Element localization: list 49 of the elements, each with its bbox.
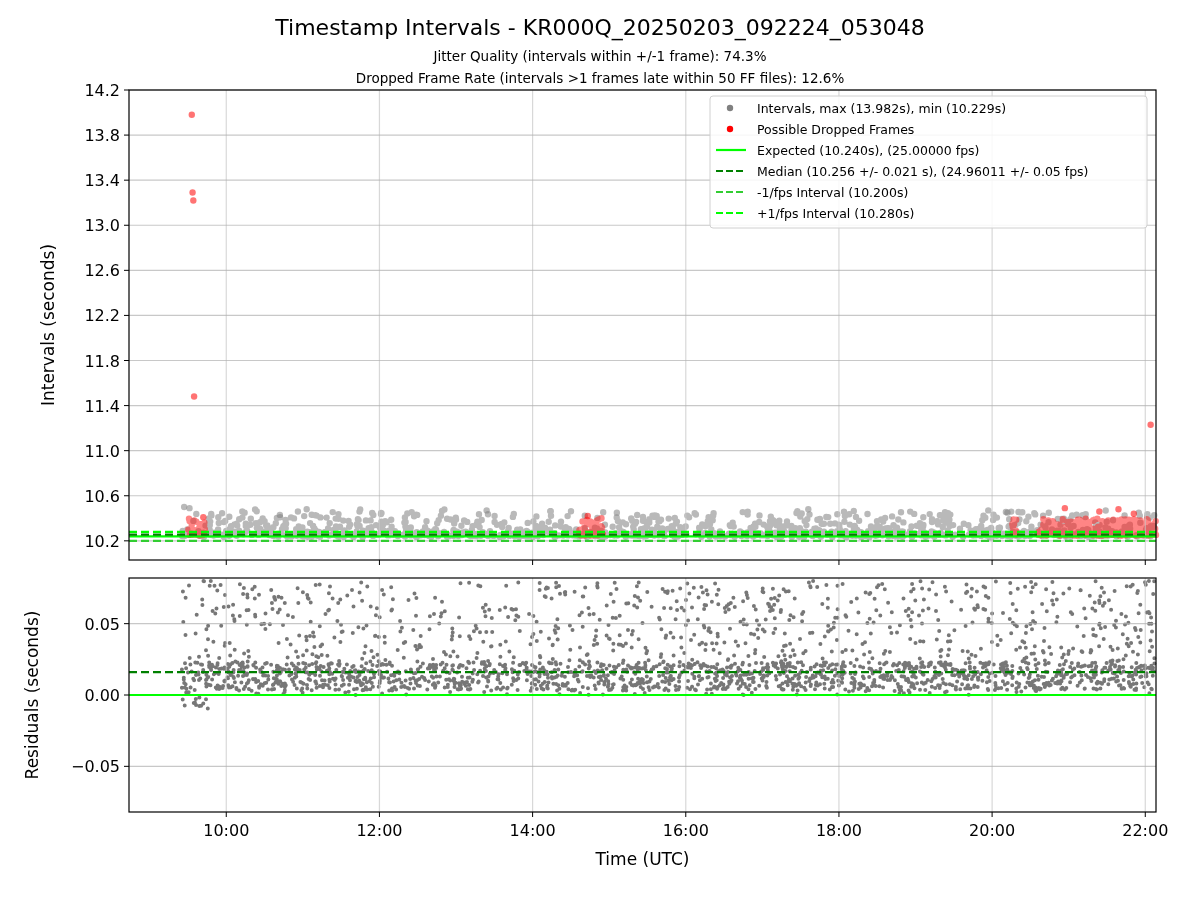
data-point xyxy=(200,513,207,521)
data-point xyxy=(1004,509,1011,516)
data-point xyxy=(985,507,992,514)
axis-tick-label: 11.0 xyxy=(84,441,120,461)
x-axis-title: Time (UTC) xyxy=(595,849,690,869)
axis-tick-label: 10:00 xyxy=(203,821,250,840)
data-point xyxy=(188,111,195,118)
data-point xyxy=(190,393,198,400)
axis-tick-label: 13.4 xyxy=(84,171,120,191)
data-point xyxy=(584,512,591,520)
axis-tick-label: 12.6 xyxy=(84,261,120,281)
data-point xyxy=(613,509,621,516)
legend-label: -1/fps Interval (10.200s) xyxy=(757,184,909,200)
data-point xyxy=(1096,508,1103,515)
chart-subtitle: Dropped Frame Rate (intervals >1 frames late within 50 FF files): 12.6% xyxy=(355,69,845,88)
legend-label: Intervals, max (13.982s), min (10.229s) xyxy=(757,100,1007,116)
axis-tick-label: 22:00 xyxy=(1122,821,1169,840)
legend-label: +1/fps Interval (10.280s) xyxy=(757,205,915,221)
axis-tick-label: 16:00 xyxy=(662,821,709,840)
axis-tick-label: 0.05 xyxy=(84,614,120,634)
data-point xyxy=(1115,506,1122,513)
axis-tick-label: 11.8 xyxy=(84,351,120,371)
legend-label: Expected (10.240s), (25.00000 fps) xyxy=(757,142,980,158)
axis-tick-label: 0.00 xyxy=(84,686,120,705)
y-axis-title: Residuals (seconds) xyxy=(22,610,42,780)
axis-tick-label: 10.6 xyxy=(84,486,120,506)
data-point xyxy=(1147,421,1154,428)
axis-tick-label: 13.8 xyxy=(84,126,120,146)
data-point xyxy=(1130,510,1137,517)
axis-tick-label: 14.2 xyxy=(84,81,120,100)
axis-tick-label: 18:00 xyxy=(815,821,862,840)
data-point xyxy=(303,506,310,513)
data-point xyxy=(1061,504,1069,512)
legend-label: Possible Dropped Frames xyxy=(757,121,915,137)
chart-title: Timestamp Intervals - KR000Q_20250203_092224_053048 xyxy=(275,14,925,42)
axis-tick-label: −0.05 xyxy=(70,757,120,777)
axis-tick-label: 14:00 xyxy=(509,821,556,840)
axis-tick-label: 12:00 xyxy=(356,821,403,840)
data-point xyxy=(483,507,490,514)
y-axis-title: Intervals (seconds) xyxy=(38,243,58,407)
axis-tick-label: 10.2 xyxy=(84,531,120,551)
data-point xyxy=(276,511,284,519)
axis-tick-label: 12.2 xyxy=(84,306,120,326)
axis-tick-label: 20:00 xyxy=(969,821,1016,840)
axis-tick-label: 11.4 xyxy=(84,396,120,416)
chart-subtitle: Jitter Quality (intervals within +/-1 frame): 74.3% xyxy=(433,47,767,66)
axis-tick-label: 13.0 xyxy=(84,216,120,236)
data-point xyxy=(805,506,812,513)
legend-label: Median (10.256 +/- 0.021 s), (24.96011 +/- 0.05 fps) xyxy=(757,163,1089,179)
